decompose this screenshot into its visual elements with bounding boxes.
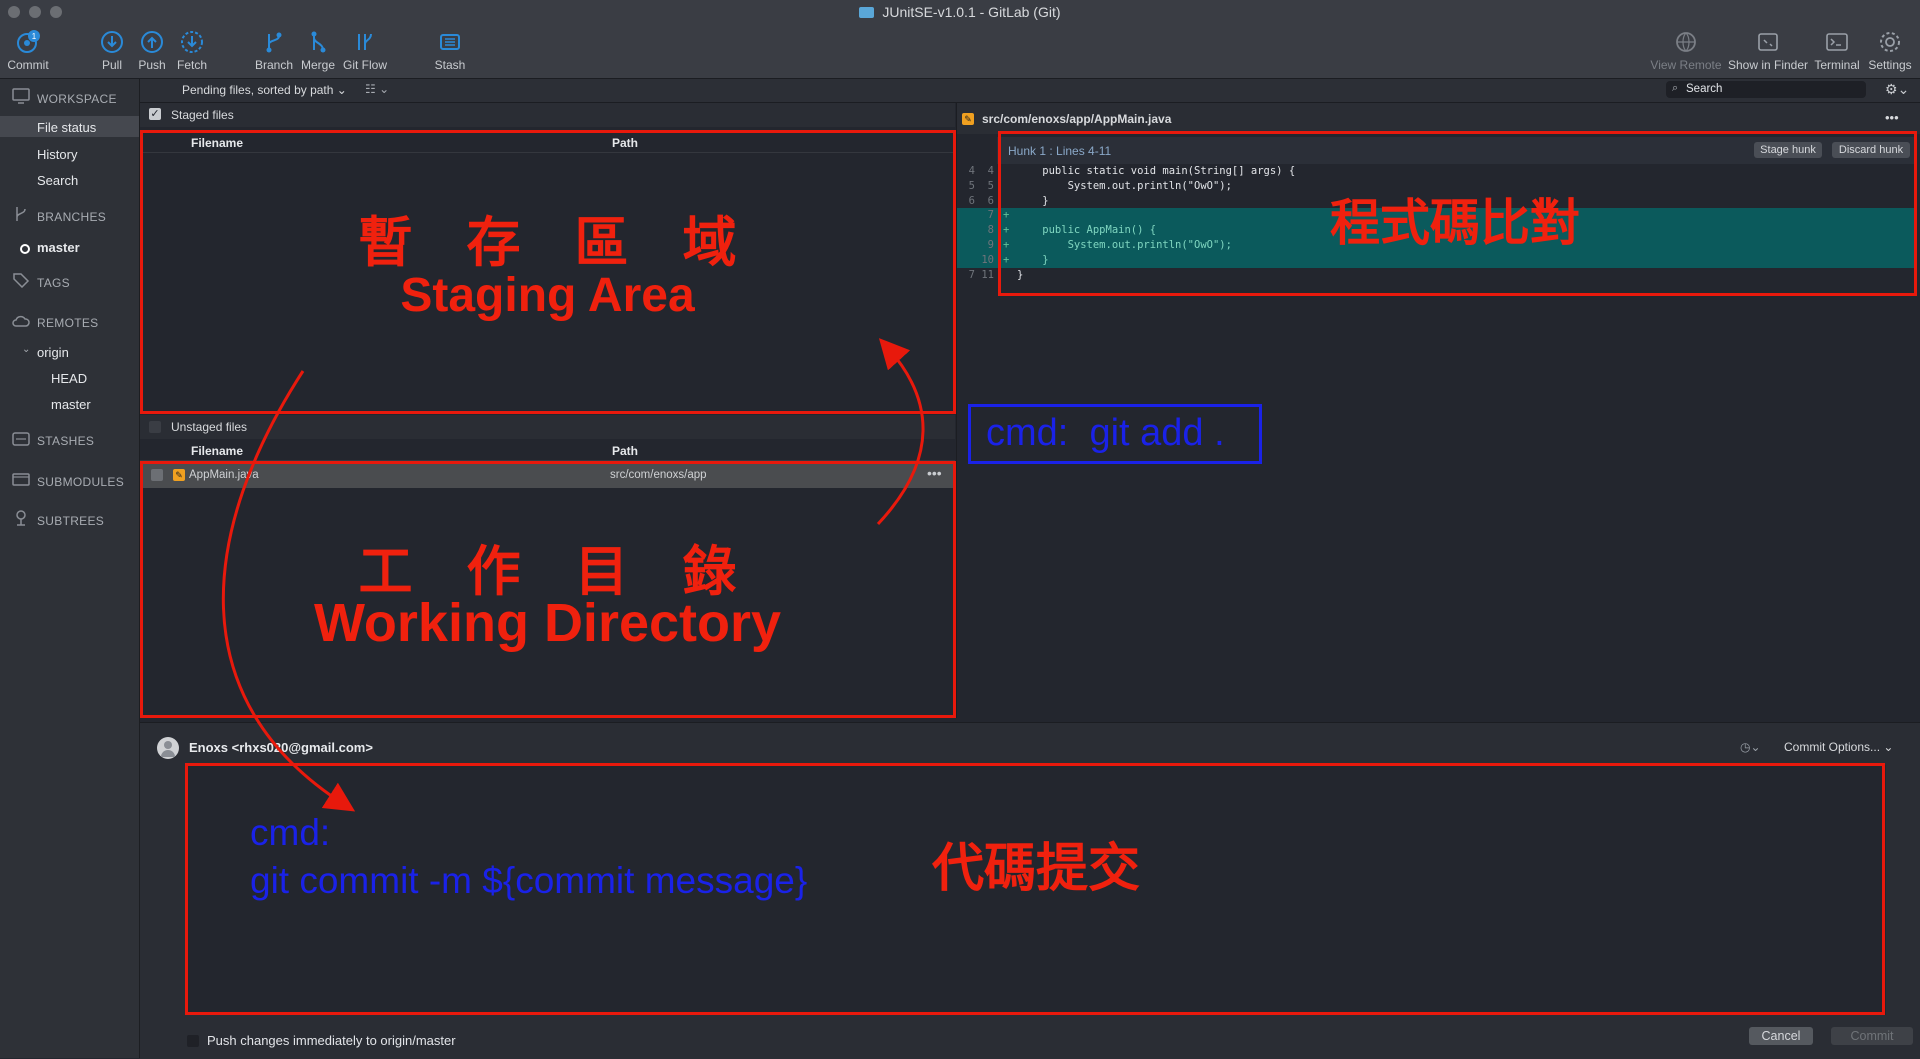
commit-arrow <box>222 370 356 812</box>
annotation-arrows <box>222 338 925 812</box>
stage-arrow <box>876 338 925 526</box>
